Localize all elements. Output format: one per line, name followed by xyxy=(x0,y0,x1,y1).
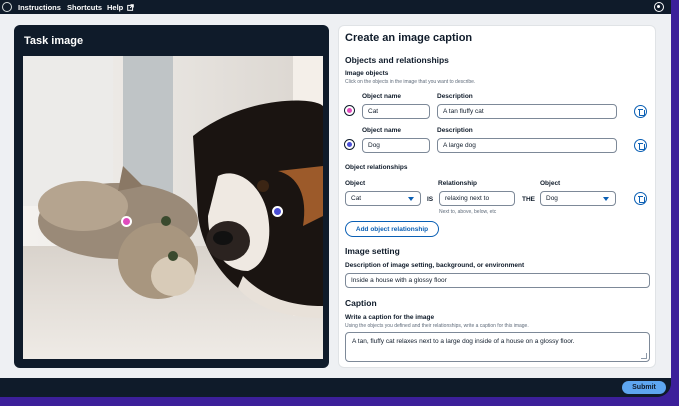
image-setting-title: Image setting xyxy=(345,246,400,256)
object-name-label: Object name xyxy=(362,127,402,134)
object2-select[interactable]: Dog xyxy=(540,191,616,206)
task-image[interactable] xyxy=(23,56,323,359)
caption-hint: Using the objects you defined and their … xyxy=(345,323,529,329)
caption-textarea[interactable]: A tan, fluffy cat relaxes next to a larg… xyxy=(345,332,650,362)
image-setting-input[interactable]: Inside a house with a glossy floor xyxy=(345,273,650,288)
menu-icon[interactable] xyxy=(2,2,12,12)
dog-color-swatch xyxy=(344,139,355,150)
trash-icon[interactable] xyxy=(634,139,647,152)
cat-marker[interactable] xyxy=(121,216,132,227)
trash-icon[interactable] xyxy=(634,192,647,205)
relationship-input[interactable]: relaxing next to xyxy=(439,191,515,206)
image-setting-label: Description of image setting, background… xyxy=(345,262,525,269)
is-label: IS xyxy=(427,196,434,203)
objects-section-title: Objects and relationships xyxy=(345,55,449,65)
description-label: Description xyxy=(437,93,473,100)
submit-button[interactable]: Submit xyxy=(622,381,666,394)
object-name-input[interactable]: Dog xyxy=(362,138,430,153)
relationship-object2-label: Object xyxy=(540,180,561,187)
description-label: Description xyxy=(437,127,473,134)
form-title: Create an image caption xyxy=(345,32,473,44)
app-frame: Instructions Shortcuts Help Task image C… xyxy=(0,0,671,397)
external-link-icon xyxy=(127,4,135,11)
relationship-object-label: Object xyxy=(345,180,366,187)
dog-marker[interactable] xyxy=(272,206,283,217)
object-name-input[interactable]: Cat xyxy=(362,104,430,119)
settings-icon[interactable] xyxy=(654,2,664,12)
bottom-bar xyxy=(0,378,671,397)
trash-icon[interactable] xyxy=(634,105,647,118)
cat-color-swatch xyxy=(344,105,355,116)
object-relationships-label: Object relationships xyxy=(345,164,408,171)
help-label: Help xyxy=(107,3,124,12)
object-name-label: Object name xyxy=(362,93,402,100)
top-bar: Instructions Shortcuts Help xyxy=(0,0,671,14)
object-description-input[interactable]: A tan fluffy cat xyxy=(437,104,617,119)
image-objects-label: Image objects xyxy=(345,70,389,77)
shortcuts-link[interactable]: Shortcuts xyxy=(67,3,102,12)
help-link[interactable]: Help xyxy=(107,3,135,12)
object1-select[interactable]: Cat xyxy=(345,191,421,206)
caption-title: Caption xyxy=(345,298,377,308)
task-image-title: Task image xyxy=(24,35,84,47)
object-description-input[interactable]: A large dog xyxy=(437,138,617,153)
relationship-hint: Next to, above, below, etc xyxy=(439,209,497,215)
image-objects-hint: Click on the objects in the image that y… xyxy=(345,79,476,85)
the-label: THE xyxy=(522,196,535,203)
caption-label: Write a caption for the image xyxy=(345,314,435,321)
relationship-label: Relationship xyxy=(438,180,478,187)
instructions-link[interactable]: Instructions xyxy=(18,3,61,12)
add-object-relationship-button[interactable]: Add object relationship xyxy=(345,221,439,237)
